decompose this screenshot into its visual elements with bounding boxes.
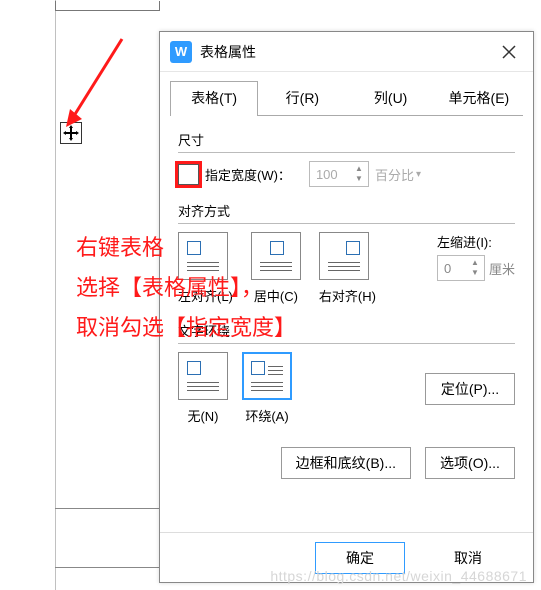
position-button[interactable]: 定位(P)... [425, 373, 515, 405]
divider [178, 223, 515, 224]
indent-label: 左缩进(I): [437, 232, 515, 251]
border-shading-button[interactable]: 边框和底纹(B)... [281, 447, 411, 479]
wrap-around-label: 环绕(A) [242, 406, 292, 425]
align-left-label: 左对齐(L) [178, 286, 233, 305]
align-left-button[interactable] [178, 232, 228, 280]
divider [178, 152, 515, 153]
dialog-body: 尺寸 指定宽度(W)： 100 ▲▼ 百分比▾ 对齐方式 [160, 116, 533, 532]
width-unit-select[interactable]: 百分比▾ [375, 165, 421, 184]
tab-column[interactable]: 列(U) [347, 81, 435, 116]
indent-input[interactable]: 0 ▲▼ [437, 255, 485, 281]
titlebar: W 表格属性 [160, 32, 533, 72]
divider [178, 343, 515, 344]
width-value: 100 [316, 167, 352, 182]
indent-value: 0 [444, 261, 468, 276]
tab-cell[interactable]: 单元格(E) [435, 81, 523, 116]
close-icon [502, 45, 516, 59]
chevron-down-icon: ▾ [416, 169, 421, 180]
wrap-none-button[interactable] [178, 352, 228, 400]
align-center-option: 居中(C) [251, 232, 301, 305]
width-spinner[interactable]: ▲▼ [352, 164, 366, 184]
tab-row[interactable]: 行(R) [258, 81, 346, 116]
wrap-around-option: 环绕(A) [242, 352, 292, 425]
indent-box: 左缩进(I): 0 ▲▼ 厘米 [437, 232, 515, 281]
options-button[interactable]: 选项(O)... [425, 447, 515, 479]
group-wrap: 文字环绕 [178, 321, 515, 340]
specify-width-checkbox[interactable] [178, 164, 199, 185]
app-icon: W [170, 41, 192, 63]
close-button[interactable] [491, 36, 527, 68]
move-icon [63, 125, 79, 141]
wrap-none-option: 无(N) [178, 352, 228, 425]
wrap-row: 无(N) 环绕(A) 定位(P)... [178, 352, 515, 425]
indent-spinner[interactable]: ▲▼ [468, 258, 482, 278]
indent-unit: 厘米 [489, 259, 515, 278]
width-input[interactable]: 100 ▲▼ [309, 161, 369, 187]
align-center-label: 居中(C) [251, 286, 301, 305]
specify-width-label: 指定宽度(W)： [205, 165, 291, 184]
page-fragment [55, 1, 160, 11]
wrap-around-button[interactable] [242, 352, 292, 400]
align-right-label: 右对齐(H) [319, 286, 376, 305]
align-right-button[interactable] [319, 232, 369, 280]
size-row: 指定宽度(W)： 100 ▲▼ 百分比▾ [178, 161, 515, 187]
page-margin-line [55, 0, 56, 590]
group-align: 对齐方式 [178, 201, 515, 220]
tab-table[interactable]: 表格(T) [170, 81, 258, 116]
align-left-option: 左对齐(L) [178, 232, 233, 305]
bg-line [55, 508, 160, 509]
align-center-button[interactable] [251, 232, 301, 280]
group-size: 尺寸 [178, 130, 515, 149]
table-properties-dialog: W 表格属性 表格(T) 行(R) 列(U) 单元格(E) 尺寸 指定宽度(W)… [159, 31, 534, 583]
wrap-none-label: 无(N) [178, 406, 228, 425]
bottom-buttons: 边框和底纹(B)... 选项(O)... [178, 447, 515, 479]
dialog-title: 表格属性 [200, 42, 491, 62]
align-row: 左对齐(L) 居中(C) 右对齐(H) [178, 232, 515, 305]
align-right-option: 右对齐(H) [319, 232, 376, 305]
watermark: https://blog.csdn.net/weixin_44688671 [270, 568, 527, 584]
bg-line [55, 567, 160, 568]
tabs: 表格(T) 行(R) 列(U) 单元格(E) [170, 80, 523, 116]
table-move-handle[interactable] [60, 122, 82, 144]
